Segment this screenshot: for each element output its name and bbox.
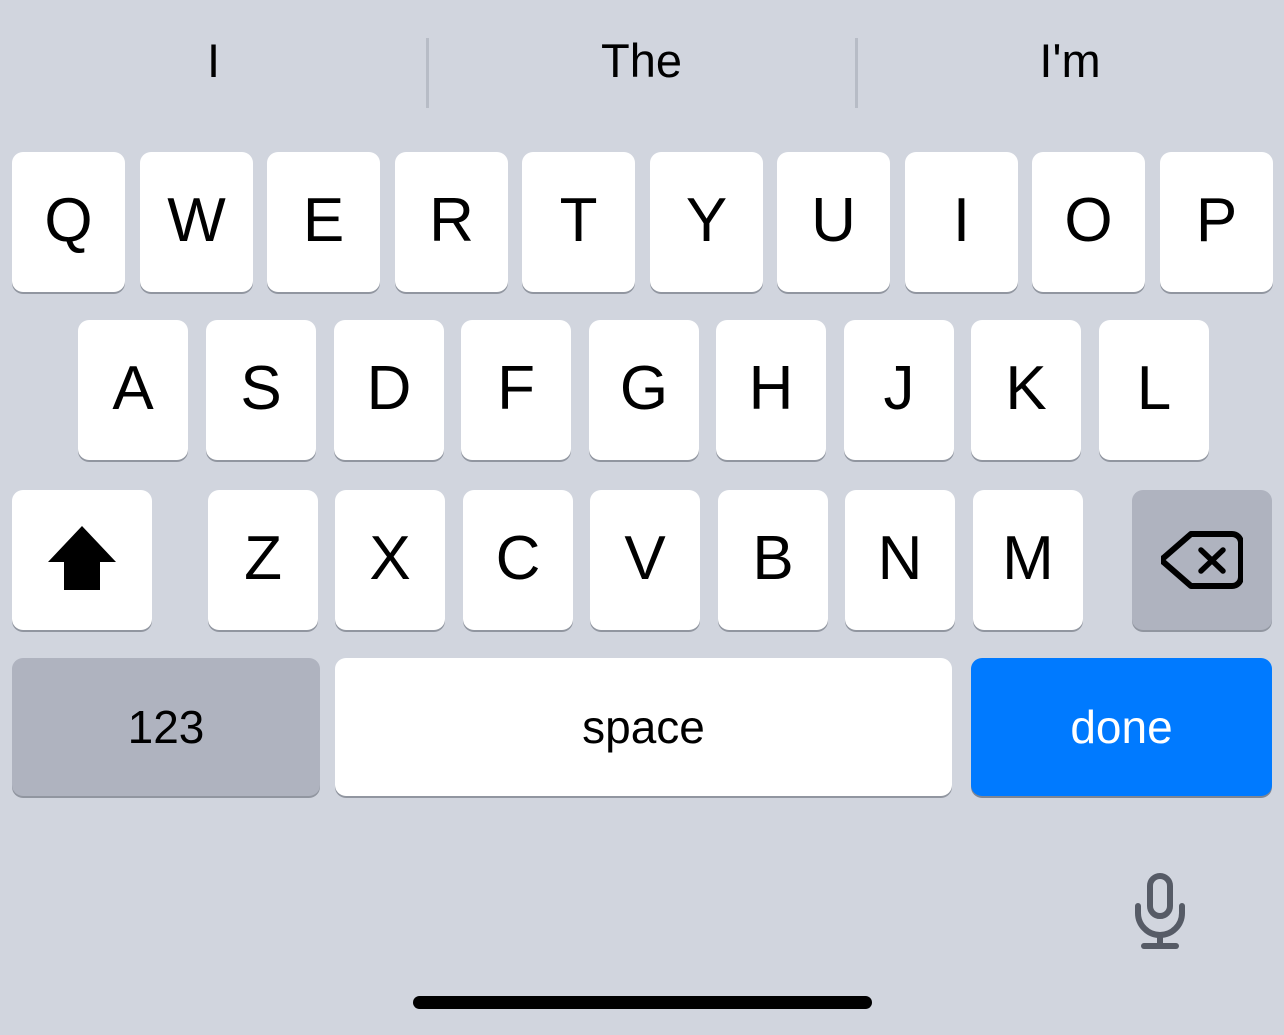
suggestion-item-1[interactable]: The [427, 0, 856, 120]
key-s[interactable]: S [206, 320, 316, 460]
microphone-icon [1129, 872, 1191, 952]
key-q[interactable]: Q [12, 152, 125, 292]
key-o[interactable]: O [1032, 152, 1145, 292]
predictive-text-bar: I The I'm [0, 0, 1284, 120]
numeric-mode-key[interactable]: 123 [12, 658, 320, 796]
home-indicator[interactable] [413, 996, 872, 1009]
keyboard-screen: I The I'm Q W E R T Y U I O P A S D F G … [0, 0, 1284, 1035]
key-v[interactable]: V [590, 490, 700, 630]
done-key[interactable]: done [971, 658, 1272, 796]
key-i[interactable]: I [905, 152, 1018, 292]
suggestion-item-0[interactable]: I [0, 0, 427, 120]
key-m[interactable]: M [973, 490, 1083, 630]
key-l[interactable]: L [1099, 320, 1209, 460]
key-j[interactable]: J [844, 320, 954, 460]
delete-left-icon [1161, 529, 1243, 591]
key-d[interactable]: D [334, 320, 444, 460]
key-c[interactable]: C [463, 490, 573, 630]
key-t[interactable]: T [522, 152, 635, 292]
space-key[interactable]: space [335, 658, 952, 796]
key-h[interactable]: H [716, 320, 826, 460]
shift-key[interactable] [12, 490, 152, 630]
key-u[interactable]: U [777, 152, 890, 292]
key-y[interactable]: Y [650, 152, 763, 292]
key-z[interactable]: Z [208, 490, 318, 630]
key-n[interactable]: N [845, 490, 955, 630]
backspace-key[interactable] [1132, 490, 1272, 630]
key-e[interactable]: E [267, 152, 380, 292]
key-w[interactable]: W [140, 152, 253, 292]
key-g[interactable]: G [589, 320, 699, 460]
key-f[interactable]: F [461, 320, 571, 460]
key-a[interactable]: A [78, 320, 188, 460]
shift-arrow-icon [44, 522, 120, 596]
key-p[interactable]: P [1160, 152, 1273, 292]
key-b[interactable]: B [718, 490, 828, 630]
dictation-button[interactable] [1117, 868, 1203, 956]
key-x[interactable]: X [335, 490, 445, 630]
key-r[interactable]: R [395, 152, 508, 292]
key-k[interactable]: K [971, 320, 1081, 460]
suggestion-item-2[interactable]: I'm [856, 0, 1284, 120]
